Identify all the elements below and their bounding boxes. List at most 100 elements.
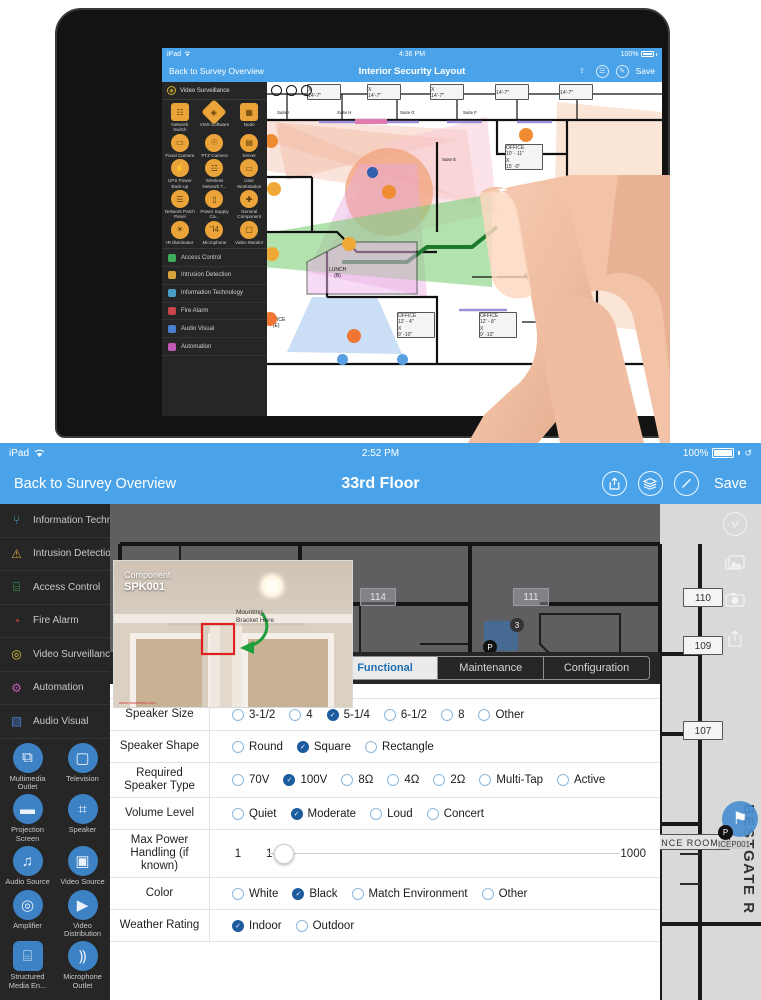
camera-icon[interactable] — [723, 588, 747, 612]
top-floor-plan[interactable]: X 14'-7" X 14'-7" X 14'-7" 14'-7" 14'-7" Su… — [267, 82, 662, 416]
option-other[interactable]: Other — [481, 887, 527, 900]
room-tag[interactable]: 110 — [683, 588, 723, 607]
palette-item-5[interactable]: ▤ Server — [232, 133, 266, 158]
option-round[interactable]: Round — [232, 740, 283, 753]
sidebar-item-audio-visual[interactable]: Audio Visual — [162, 320, 267, 339]
edit-pencil-icon[interactable]: ✎ — [615, 64, 629, 78]
palette-item-6[interactable]: ⚡ UPS Power Back-up — [163, 159, 197, 189]
palette-item-14[interactable]: ▢ Video Monitor — [232, 220, 266, 245]
sidebar-item-automation[interactable]: ⚙ Automation — [0, 672, 110, 705]
coverage-settings-popup[interactable]: close-icon Full Short None Angle: 20 ° — [652, 180, 662, 253]
room-tag[interactable]: 111 — [513, 588, 549, 606]
option-70v[interactable]: 70V — [232, 774, 269, 786]
palette-item-4[interactable]: ♫ Audio Source — [0, 846, 55, 886]
palette-item-9[interactable]: ⸩ Microphone Outlet — [55, 941, 110, 990]
back-to-survey-overview-button[interactable]: Back to Survey Overview — [14, 476, 176, 492]
layers-icon[interactable]: ☰ — [595, 64, 609, 78]
option-100v[interactable]: ✓ 100V — [283, 774, 327, 786]
palette-item-0[interactable]: ☷ Network Switch — [163, 103, 197, 133]
pan-tool-icon[interactable] — [271, 85, 282, 96]
measure-tool-icon[interactable] — [301, 85, 312, 96]
option-white[interactable]: White — [232, 887, 278, 900]
option-loud[interactable]: Loud — [370, 807, 413, 820]
save-button[interactable]: Save — [714, 476, 747, 492]
palette-item-11[interactable]: ✚ General Component — [232, 190, 266, 220]
transparency-slider[interactable] — [658, 234, 662, 236]
palette-item-5[interactable]: ▣ Video Source — [55, 846, 110, 886]
sidebar-item-access-control[interactable]: Access Control — [162, 249, 267, 268]
edit-pencil-icon[interactable] — [673, 471, 699, 496]
collapse-chevron-icon[interactable]: ˅ — [723, 512, 747, 536]
sidebar-item-automation[interactable]: Automation — [162, 338, 267, 356]
palette-item-9[interactable]: ☰ Network Patch Panel — [163, 190, 197, 220]
share-icon[interactable] — [723, 626, 747, 650]
option-5-1-4[interactable]: ✓ 5-1/4 — [326, 708, 370, 721]
option-quiet[interactable]: Quiet — [232, 807, 277, 820]
option-4[interactable]: 4 — [289, 708, 313, 721]
option-8-[interactable]: 8Ω — [341, 774, 373, 786]
option-match-environment[interactable]: Match Environment — [351, 887, 468, 900]
slider-control[interactable]: 11000 — [266, 843, 646, 864]
slider-knob[interactable] — [274, 843, 294, 864]
option-concert[interactable]: Concert — [426, 807, 484, 820]
sidebar-item-access-control[interactable]: ⌸ Access Control — [0, 571, 110, 605]
sidebar-item-audio-visual[interactable]: ▧ Audio Visual — [0, 705, 110, 739]
option-outdoor[interactable]: Outdoor — [295, 919, 354, 932]
back-to-survey-overview-button[interactable]: Back to Survey Overview — [169, 66, 264, 76]
close-icon[interactable]: close-icon — [653, 181, 662, 182]
move-handle-icon[interactable]: ✥ — [523, 268, 534, 284]
zoom-tool-icon[interactable] — [286, 85, 297, 96]
palette-item-3[interactable]: ⌗ Speaker — [55, 794, 110, 843]
photo-gallery-icon[interactable] — [723, 550, 747, 574]
option-rectangle[interactable]: Rectangle — [364, 740, 434, 753]
palette-item-7[interactable]: ▶ Video Distribution — [55, 889, 110, 939]
palette-item-7[interactable]: ☳ Wireless Network T... — [198, 159, 232, 189]
workstation-marker[interactable] — [367, 167, 378, 178]
camera-marker[interactable] — [347, 329, 361, 343]
option-black[interactable]: ✓ Black — [292, 887, 338, 900]
palette-item-2[interactable]: ▬ Projection Screen — [0, 794, 55, 843]
tab-maintenance[interactable]: Maintenance — [438, 657, 545, 679]
camera-marker[interactable] — [519, 128, 533, 142]
share-icon[interactable]: ⇧ — [576, 65, 589, 78]
room-tag[interactable]: 107 — [683, 721, 723, 740]
palette-item-10[interactable]: ▯ Power Supply Ca... — [198, 190, 232, 220]
sensor-marker[interactable] — [397, 354, 408, 365]
sidebar-item-information-technology[interactable]: Information Technology — [162, 285, 267, 303]
camera-marker[interactable] — [267, 182, 281, 196]
option-2-[interactable]: 2Ω — [433, 774, 465, 786]
option-4-[interactable]: 4Ω — [387, 774, 419, 786]
sidebar-item-intrusion-detection[interactable]: Intrusion Detection — [162, 267, 267, 285]
option-8[interactable]: 8 — [441, 708, 464, 721]
coverage-mode-segmented-control[interactable]: Full Short None — [657, 183, 662, 195]
sidebar-item-video-surveillance[interactable]: ◎ Video Surveillance — [0, 638, 110, 672]
sidebar-header-video-surveillance[interactable]: ◉ Video Surveillance — [162, 82, 267, 100]
option-square[interactable]: ✓ Square — [296, 740, 351, 753]
sidebar-item-information-technology[interactable]: ⑂ Information Technology — [0, 504, 110, 538]
share-icon[interactable] — [601, 471, 627, 496]
option-moderate[interactable]: ✓ Moderate — [290, 807, 356, 820]
tab-configuration[interactable]: Configuration — [544, 657, 649, 679]
option-3-1-2[interactable]: 3-1/2 — [232, 708, 275, 721]
option-active[interactable]: Active — [556, 774, 605, 786]
color-row[interactable]: Color › — [653, 238, 662, 252]
slider-track[interactable] — [269, 852, 621, 855]
sidebar-item-fire-alarm[interactable]: ◔ Fire Alarm — [0, 605, 110, 638]
palette-item-1[interactable]: ◈ VMS Software — [198, 99, 232, 133]
sidebar-item-intrusion-detection[interactable]: ⚠ Intrusion Detection — [0, 538, 110, 571]
option-indoor[interactable]: ✓ Indoor — [232, 919, 282, 932]
segment-full[interactable]: Full — [658, 184, 662, 194]
option-other[interactable]: Other — [478, 708, 524, 721]
layers-icon[interactable] — [637, 471, 663, 496]
sidebar-item-fire-alarm[interactable]: Fire Alarm — [162, 303, 267, 321]
camera-marker[interactable] — [382, 185, 396, 199]
component-photo-popup[interactable]: Component SPK001 Mounting Bracket Here ww… — [113, 560, 353, 708]
save-button[interactable]: Save — [636, 66, 655, 76]
room-tag[interactable]: 114 — [360, 588, 396, 606]
palette-item-13[interactable]: Ἲ4 Microphone — [198, 220, 232, 245]
palette-item-8[interactable]: ▭ User Workstation — [232, 159, 266, 189]
room-tag[interactable]: 109 — [683, 636, 723, 655]
option-multi-tap[interactable]: Multi-Tap — [479, 774, 543, 786]
palette-item-4[interactable]: ☉ PTZ Camera — [198, 133, 232, 158]
palette-item-3[interactable]: ▭ Fixed Camera — [163, 133, 197, 158]
